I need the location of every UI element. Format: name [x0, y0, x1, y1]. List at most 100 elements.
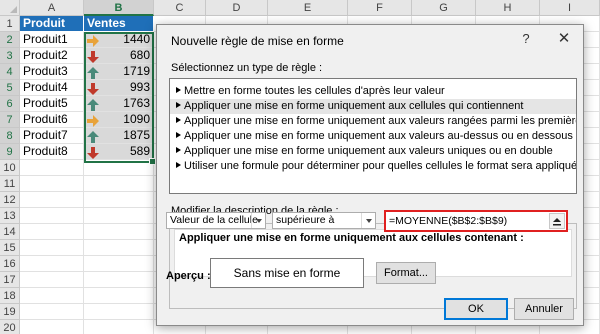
column-header-g[interactable]: G: [412, 0, 476, 16]
row-header[interactable]: 10: [0, 160, 20, 176]
column-header-d[interactable]: D: [206, 0, 268, 16]
arrow-right-icon: [87, 115, 99, 127]
grid-cell[interactable]: [84, 176, 154, 192]
column-header-a[interactable]: A: [20, 0, 84, 16]
operator-select[interactable]: supérieure à: [272, 212, 376, 229]
triangle-icon: [176, 132, 181, 138]
grid-cell[interactable]: [20, 208, 84, 224]
rule-type-item[interactable]: Appliquer une mise en forme uniquement a…: [170, 144, 576, 159]
column-header-e[interactable]: E: [268, 0, 348, 16]
grid-cell[interactable]: [84, 304, 154, 320]
preview-label: Aperçu :: [166, 270, 211, 282]
grid-cell[interactable]: [20, 224, 84, 240]
rule-type-item[interactable]: Appliquer une mise en forme uniquement a…: [170, 114, 576, 129]
produit-cell[interactable]: Produit6: [20, 112, 84, 128]
grid-cell[interactable]: [84, 320, 154, 334]
ventes-cell[interactable]: 1440: [84, 32, 154, 48]
grid-cell[interactable]: [20, 320, 84, 334]
help-button[interactable]: ?: [519, 31, 533, 46]
grid-cell[interactable]: [20, 304, 84, 320]
ventes-cell[interactable]: 1763: [84, 96, 154, 112]
produit-cell[interactable]: Produit2: [20, 48, 84, 64]
ventes-cell[interactable]: 680: [84, 48, 154, 64]
grid-cell[interactable]: [84, 208, 154, 224]
row-header[interactable]: 1: [0, 16, 20, 32]
produit-cell[interactable]: Produit5: [20, 96, 84, 112]
grid-cell[interactable]: [84, 192, 154, 208]
row-header[interactable]: 15: [0, 240, 20, 256]
grid-cell[interactable]: [20, 192, 84, 208]
header-cell-produit[interactable]: Produit: [20, 16, 84, 32]
row-header[interactable]: 18: [0, 288, 20, 304]
ventes-cell[interactable]: 589: [84, 144, 154, 160]
produit-cell[interactable]: Produit7: [20, 128, 84, 144]
ventes-cell[interactable]: 1719: [84, 64, 154, 80]
rule-type-list[interactable]: Mettre en forme toutes les cellules d'ap…: [169, 78, 577, 194]
ventes-value: 589: [129, 144, 150, 158]
condition-type-select[interactable]: Valeur de la cellule: [166, 212, 266, 229]
collapse-dialog-button[interactable]: [549, 213, 565, 229]
arrow-up-icon: [87, 131, 99, 143]
row-header[interactable]: 4: [0, 64, 20, 80]
produit-cell[interactable]: Produit4: [20, 80, 84, 96]
row-header[interactable]: 12: [0, 192, 20, 208]
ventes-value: 993: [129, 80, 150, 94]
grid-cell[interactable]: [84, 224, 154, 240]
ventes-value: 1763: [123, 96, 150, 110]
select-type-label: Sélectionnez un type de règle :: [171, 62, 323, 74]
row-header[interactable]: 9: [0, 144, 20, 160]
row-header[interactable]: 16: [0, 256, 20, 272]
row-header[interactable]: 13: [0, 208, 20, 224]
row-header[interactable]: 11: [0, 176, 20, 192]
row-header[interactable]: 5: [0, 80, 20, 96]
ventes-cell[interactable]: 993: [84, 80, 154, 96]
ventes-cell[interactable]: 1090: [84, 112, 154, 128]
preview-box: Sans mise en forme: [210, 258, 364, 288]
select-all-corner[interactable]: [0, 0, 20, 16]
grid-cell[interactable]: [20, 176, 84, 192]
column-header-i[interactable]: I: [540, 0, 600, 16]
grid-cell[interactable]: [84, 272, 154, 288]
row-header[interactable]: 17: [0, 272, 20, 288]
grid-cell[interactable]: [20, 288, 84, 304]
column-header-h[interactable]: H: [476, 0, 540, 16]
rule-type-item-selected[interactable]: Appliquer une mise en forme uniquement a…: [170, 99, 576, 114]
row-header[interactable]: 7: [0, 112, 20, 128]
row-header[interactable]: 19: [0, 304, 20, 320]
chevron-down-icon: [251, 213, 265, 228]
column-header-c[interactable]: C: [154, 0, 206, 16]
triangle-icon: [176, 117, 181, 123]
formula-input[interactable]: [389, 214, 547, 228]
dialog-title: Nouvelle règle de mise en forme: [171, 34, 344, 48]
apply-only-label: Appliquer une mise en forme uniquement a…: [179, 232, 524, 244]
row-header[interactable]: 2: [0, 32, 20, 48]
rule-type-item[interactable]: Utiliser une formule pour déterminer pou…: [170, 159, 576, 174]
grid-cell[interactable]: [84, 240, 154, 256]
produit-cell[interactable]: Produit8: [20, 144, 84, 160]
grid-cell[interactable]: [20, 256, 84, 272]
grid-cell[interactable]: [20, 160, 84, 176]
grid-cell[interactable]: [20, 272, 84, 288]
rule-type-item[interactable]: Mettre en forme toutes les cellules d'ap…: [170, 84, 576, 99]
close-button[interactable]: ✕: [555, 29, 573, 47]
format-button[interactable]: Format...: [376, 262, 436, 284]
produit-cell[interactable]: Produit3: [20, 64, 84, 80]
column-header-b[interactable]: B: [84, 0, 154, 16]
row-header[interactable]: 6: [0, 96, 20, 112]
ok-button[interactable]: OK: [444, 298, 508, 320]
header-cell-ventes[interactable]: Ventes: [84, 16, 154, 32]
arrow-down-icon: [87, 147, 99, 159]
rule-type-item[interactable]: Appliquer une mise en forme uniquement a…: [170, 129, 576, 144]
row-header[interactable]: 14: [0, 224, 20, 240]
column-header-f[interactable]: F: [348, 0, 412, 16]
cancel-button[interactable]: Annuler: [514, 298, 574, 320]
ventes-cell[interactable]: 1875: [84, 128, 154, 144]
grid-cell[interactable]: [84, 256, 154, 272]
grid-cell[interactable]: [20, 240, 84, 256]
row-header[interactable]: 8: [0, 128, 20, 144]
row-header[interactable]: 20: [0, 320, 20, 334]
grid-cell[interactable]: [84, 160, 154, 176]
produit-cell[interactable]: Produit1: [20, 32, 84, 48]
grid-cell[interactable]: [84, 288, 154, 304]
row-header[interactable]: 3: [0, 48, 20, 64]
